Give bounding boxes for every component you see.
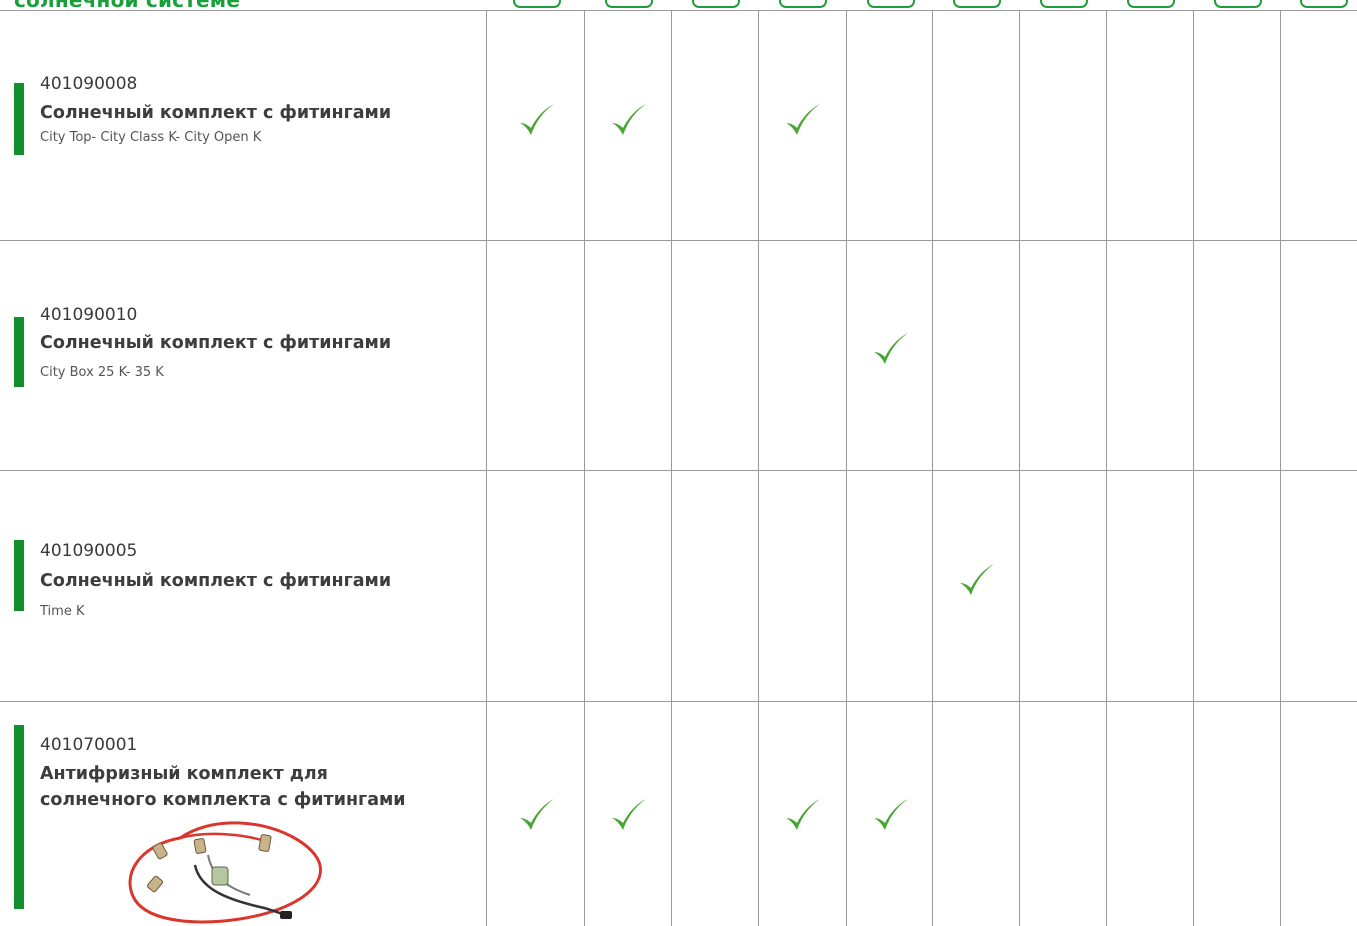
check-icon — [782, 796, 822, 836]
row-accent-bar — [14, 83, 24, 155]
product-code: 401090005 — [40, 541, 138, 561]
check-icon — [870, 330, 910, 370]
check-icon — [516, 101, 556, 141]
table-row: 401090005 Солнечный комплект с фитингами… — [0, 470, 1357, 701]
check-icon — [782, 101, 822, 141]
row-accent-bar — [14, 317, 24, 387]
compatible-models: Time K — [40, 604, 85, 619]
table-row: 401090010 Солнечный комплект с фитингами… — [0, 240, 1357, 470]
row-accent-bar — [14, 725, 24, 909]
product-name: Солнечный комплект с фитингами — [40, 571, 392, 591]
row-accent-bar — [14, 540, 24, 611]
check-icon — [608, 101, 648, 141]
antifreeze-kit-cable-image — [128, 821, 322, 924]
table-row: 401090008 Солнечный комплект с фитингами… — [0, 0, 1357, 240]
check-icon — [608, 796, 648, 836]
product-name: Солнечный комплект с фитингами — [40, 333, 392, 353]
check-icon — [870, 796, 910, 836]
check-icon — [516, 796, 556, 836]
product-code: 401070001 — [40, 735, 138, 755]
check-icon — [956, 561, 996, 601]
compatible-models: City Top- City Class K- City Open K — [40, 130, 262, 145]
product-code: 401090010 — [40, 305, 138, 325]
compatible-models: City Box 25 K- 35 K — [40, 365, 164, 380]
product-code: 401090008 — [40, 74, 138, 94]
product-name: Солнечный комплект с фитингами — [40, 103, 392, 123]
